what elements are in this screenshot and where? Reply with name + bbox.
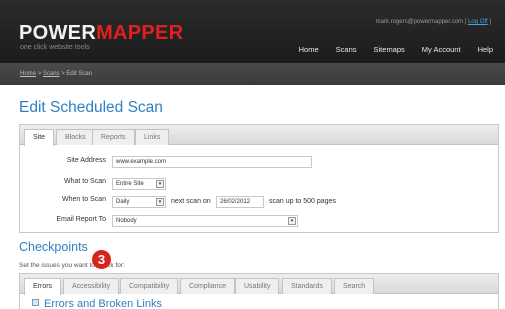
tab-blocks[interactable]: Blocks (56, 129, 95, 145)
tab-standards[interactable]: Standards (282, 278, 332, 294)
logo[interactable]: POWERMAPPER (19, 23, 183, 43)
nav-home[interactable]: Home (299, 45, 319, 54)
when-to-scan-label: When to Scan (62, 196, 106, 203)
tab-compliance[interactable]: Compliance (180, 278, 235, 294)
tab-usability[interactable]: Usability (235, 278, 280, 294)
step-number-badge: 3 (92, 250, 111, 269)
email-report-label: Email Report To (56, 216, 106, 223)
tab-reports[interactable]: Reports (92, 129, 135, 145)
settings-panel: Site Blocks Reports Links Site Address w… (19, 124, 499, 233)
nav-my-account[interactable]: My Account (422, 45, 461, 54)
breadcrumb-current: Edit Scan (66, 71, 93, 77)
dropdown-arrow-icon: ▾ (156, 198, 164, 206)
checkpoints-title: Checkpoints (19, 240, 88, 254)
nav-scans[interactable]: Scans (336, 45, 357, 54)
user-email: mark.rogers@powermapper.com (375, 19, 464, 25)
next-scan-date-input[interactable]: 26/02/2012 (216, 196, 264, 208)
scan-limit-text: scan up to 500 pages (269, 198, 336, 205)
site-header: POWERMAPPER one click website tools mark… (0, 0, 505, 63)
breadcrumb-bar: Home > Scans > Edit Scan (0, 63, 505, 85)
tab-accessibility[interactable]: Accessibility (63, 278, 120, 294)
breadcrumb-scans[interactable]: Scans (43, 71, 60, 77)
page-title: Edit Scheduled Scan (19, 99, 163, 116)
checkpoints-panel: Errors Accessibility Compatibility Compl… (19, 273, 499, 309)
nav-sitemaps[interactable]: Sitemaps (374, 45, 405, 54)
tagline: one click website tools (20, 44, 90, 51)
tab-site[interactable]: Site (24, 129, 55, 146)
nav-help[interactable]: Help (478, 45, 493, 54)
main-nav: Home Scans Sitemaps My Account Help (282, 45, 493, 54)
checkpoints-tabstrip: Errors Accessibility Compatibility Compl… (20, 274, 498, 295)
breadcrumb: Home > Scans > Edit Scan (20, 71, 93, 77)
site-address-label: Site Address (66, 157, 106, 164)
email-report-select[interactable]: Nobody ▾ (112, 215, 298, 227)
user-info: mark.rogers@powermapper.com [ Log Off ] (375, 19, 491, 25)
when-to-scan-select[interactable]: Daily ▾ (112, 196, 166, 208)
expand-toggle-icon[interactable] (32, 299, 39, 306)
tab-compatibility[interactable]: Compatibility (120, 278, 179, 294)
errors-section-title[interactable]: Errors and Broken Links (32, 298, 162, 309)
settings-tabstrip: Site Blocks Reports Links (20, 125, 498, 146)
tab-links[interactable]: Links (135, 129, 170, 145)
dropdown-arrow-icon: ▾ (288, 217, 296, 225)
tab-errors[interactable]: Errors (24, 278, 62, 295)
logoff-link[interactable]: Log Off (468, 19, 488, 25)
what-to-scan-label: What to Scan (63, 178, 106, 185)
tab-search[interactable]: Search (334, 278, 375, 294)
what-to-scan-select[interactable]: Entire Site ▾ (112, 178, 166, 190)
breadcrumb-home[interactable]: Home (20, 71, 36, 77)
next-scan-text: next scan on (171, 198, 211, 205)
site-address-input[interactable]: www.example.com (112, 156, 312, 168)
dropdown-arrow-icon: ▾ (156, 180, 164, 188)
